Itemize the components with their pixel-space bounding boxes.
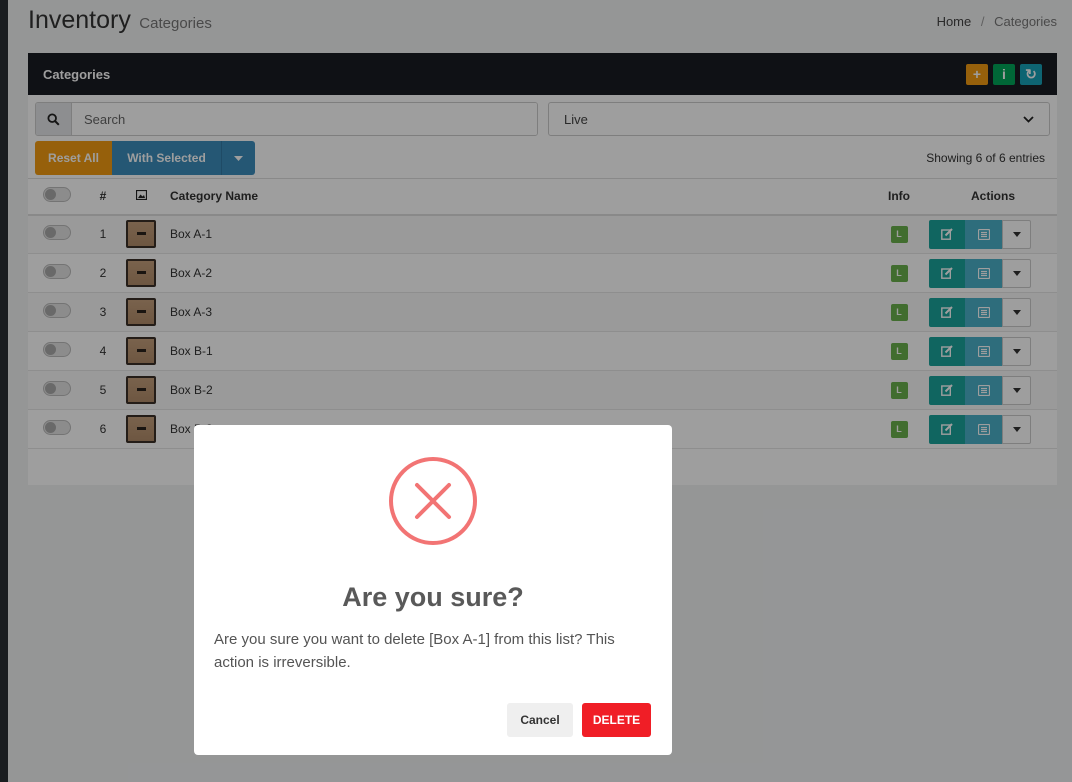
dialog-title: Are you sure? (342, 582, 524, 612)
x-circle-icon (389, 457, 477, 545)
delete-button[interactable]: DELETE (582, 703, 651, 737)
dialog-message: Are you sure you want to delete [Box A-1… (214, 631, 615, 671)
cancel-button[interactable]: Cancel (507, 703, 573, 737)
confirm-delete-dialog: Are you sure? Are you sure you want to d… (194, 425, 672, 755)
